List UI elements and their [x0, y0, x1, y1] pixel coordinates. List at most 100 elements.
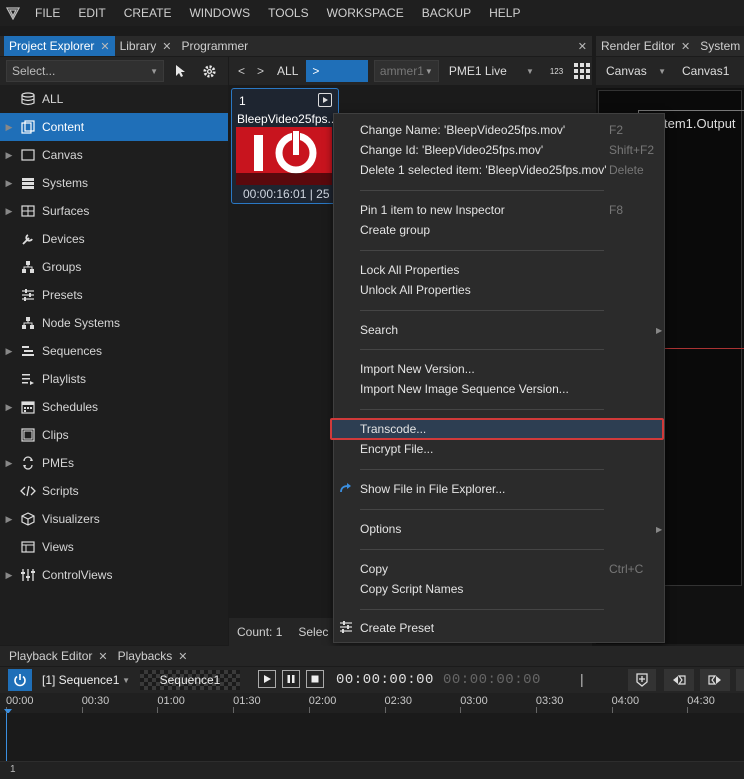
close-icon[interactable]: ✕ [98, 650, 107, 663]
ruler-tick-label: 02:00 [308, 695, 337, 707]
menu-show-in-explorer[interactable]: Show File in File Explorer... [334, 479, 664, 499]
tree-item-devices[interactable]: Devices [0, 225, 228, 253]
close-icon[interactable]: ✕ [178, 650, 187, 663]
tree-item-views[interactable]: Views [0, 533, 228, 561]
menu-transcode[interactable]: Transcode... [330, 418, 664, 440]
play-file-icon[interactable] [318, 93, 332, 107]
menu-create[interactable]: CREATE [115, 0, 181, 26]
tab-system[interactable]: System C [695, 36, 744, 56]
close-panel-icon[interactable]: ✕ [573, 36, 592, 56]
stop-button[interactable] [306, 670, 324, 688]
tree-item-schedules[interactable]: ▶ Schedules [0, 393, 228, 421]
shortcut-label: F8 [609, 203, 624, 217]
tree-item-visualizers[interactable]: ▶ Visualizers [0, 505, 228, 533]
tree-item-presets[interactable]: Presets [0, 281, 228, 309]
tab-playback-editor[interactable]: Playback Editor ✕ [4, 646, 113, 666]
tree-item-playlists[interactable]: Playlists [0, 365, 228, 393]
menu-copy-script-names[interactable]: Copy Script Names [334, 579, 664, 599]
next-cue-button[interactable] [700, 669, 730, 691]
tree-item-all[interactable]: ALL [0, 85, 228, 113]
presets-icon [18, 287, 38, 303]
ruler-tick-label: 03:00 [460, 695, 488, 707]
expand-arrow-icon[interactable]: ▶ [0, 570, 18, 581]
close-icon[interactable]: ✕ [681, 40, 690, 53]
timeline-ruler[interactable]: 00:00 00:30 01:00 01:30 02:00 02:30 03:00 03:30… [0, 693, 744, 714]
tab-library[interactable]: Library ✕ [115, 36, 177, 56]
expand-arrow-icon[interactable]: ▶ [0, 150, 18, 161]
ruler-tick-label: 01:00 [157, 695, 185, 707]
expand-arrow-icon[interactable]: ▶ [0, 514, 18, 525]
more-controls[interactable] [736, 669, 744, 691]
forward-button[interactable]: > [252, 64, 269, 78]
expand-arrow-icon[interactable]: ▶ [0, 346, 18, 357]
expand-arrow-icon[interactable]: ▶ [0, 458, 18, 469]
menu-lock-properties[interactable]: Lock All Properties [334, 260, 664, 280]
tab-playbacks[interactable]: Playbacks ✕ [113, 646, 193, 666]
menu-options[interactable]: Options ▶ [334, 519, 664, 539]
tab-programmer[interactable]: Programmer [177, 36, 254, 56]
tree-item-pmes[interactable]: ▶ PMEs [0, 449, 228, 477]
expand-arrow-icon[interactable]: ▶ [0, 402, 18, 413]
chevron-down-icon: ▼ [122, 675, 130, 685]
play-button[interactable] [258, 670, 276, 688]
menu-change-id[interactable]: Change Id: 'BleepVideo25fps.mov' Shift+F2 [334, 140, 664, 160]
close-icon[interactable]: ✕ [162, 40, 171, 53]
pointer-icon[interactable] [170, 60, 192, 82]
tree-item-content[interactable]: ▶ Content [0, 113, 228, 141]
menu-workspace[interactable]: WORKSPACE [318, 0, 413, 26]
tree-item-node-systems[interactable]: Node Systems [0, 309, 228, 337]
expand-arrow-icon[interactable]: ▶ [0, 122, 18, 133]
tree-item-controlviews[interactable]: ▶ ControlViews [0, 561, 228, 589]
tree-item-surfaces[interactable]: ▶ Surfaces [0, 197, 228, 225]
tree-item-groups[interactable]: Groups [0, 253, 228, 281]
tree-item-clips[interactable]: Clips [0, 421, 228, 449]
tree-item-canvas[interactable]: ▶ Canvas [0, 141, 228, 169]
tab-project-explorer[interactable]: Project Explorer ✕ [4, 36, 115, 56]
menu-help[interactable]: HELP [480, 0, 529, 26]
grid-view-icon[interactable] [571, 60, 592, 82]
previous-cue-button[interactable] [664, 669, 694, 691]
tree-item-scripts[interactable]: Scripts [0, 477, 228, 505]
menu-import-new-version[interactable]: Import New Version... [334, 359, 664, 379]
menu-import-image-sequence[interactable]: Import New Image Sequence Version... [334, 379, 664, 399]
menu-delete[interactable]: Delete 1 selected item: 'BleepVideo25fps… [334, 160, 664, 180]
menu-item-label: Encrypt File... [360, 442, 434, 456]
sequence-select[interactable]: [1] Sequence1 ▼ [36, 669, 136, 691]
menu-encrypt-file[interactable]: Encrypt File... [334, 439, 664, 459]
pme-select[interactable]: PME1 Live ▼ [442, 60, 540, 82]
pause-button[interactable] [282, 670, 300, 688]
menu-pin-inspector[interactable]: Pin 1 item to new Inspector F8 [334, 200, 664, 220]
menu-file[interactable]: FILE [26, 0, 69, 26]
menu-search[interactable]: Search ▶ [334, 320, 664, 340]
type-select[interactable]: Select... ▼ [6, 60, 164, 82]
menu-create-preset[interactable]: Create Preset [334, 618, 664, 638]
power-toggle-button[interactable] [8, 669, 32, 691]
add-cue-button[interactable] [628, 669, 656, 691]
all-icon [18, 91, 38, 107]
menu-edit[interactable]: EDIT [69, 0, 114, 26]
tab-render-editor[interactable]: Render Editor ✕ [596, 36, 695, 56]
programmer-select[interactable]: ammer1 ▼ [373, 60, 439, 82]
number-toggle[interactable]: 123 [548, 65, 565, 78]
menu-unlock-properties[interactable]: Unlock All Properties [334, 280, 664, 300]
breadcrumb-content[interactable]: > Content [306, 60, 368, 100]
menu-windows[interactable]: WINDOWS [180, 0, 259, 26]
render-toolbar: Canvas ▼ Canvas1 [596, 57, 744, 85]
timeline-track-area[interactable]: 1 [0, 713, 744, 779]
menu-change-name[interactable]: Change Name: 'BleepVideo25fps.mov' F2 [334, 120, 664, 140]
menu-copy[interactable]: Copy Ctrl+C [334, 559, 664, 579]
back-button[interactable]: < [233, 64, 250, 78]
menu-tools[interactable]: TOOLS [259, 0, 317, 26]
tree-item-systems[interactable]: ▶ Systems [0, 169, 228, 197]
canvas-type-select[interactable]: Canvas ▼ [600, 60, 672, 82]
content-thumbnail[interactable]: 1 BleepVideo25fps... 00:00:16:01 | 25 [231, 88, 339, 204]
gear-icon[interactable] [198, 60, 220, 82]
canvas-select[interactable]: Canvas1 [676, 60, 742, 82]
menu-backup[interactable]: BACKUP [413, 0, 480, 26]
tree-item-sequences[interactable]: ▶ Sequences [0, 337, 228, 365]
close-icon[interactable]: ✕ [100, 40, 109, 53]
breadcrumb-all[interactable]: ALL [271, 64, 304, 78]
expand-arrow-icon[interactable]: ▶ [0, 178, 18, 189]
expand-arrow-icon[interactable]: ▶ [0, 206, 18, 217]
menu-create-group[interactable]: Create group [334, 220, 664, 240]
